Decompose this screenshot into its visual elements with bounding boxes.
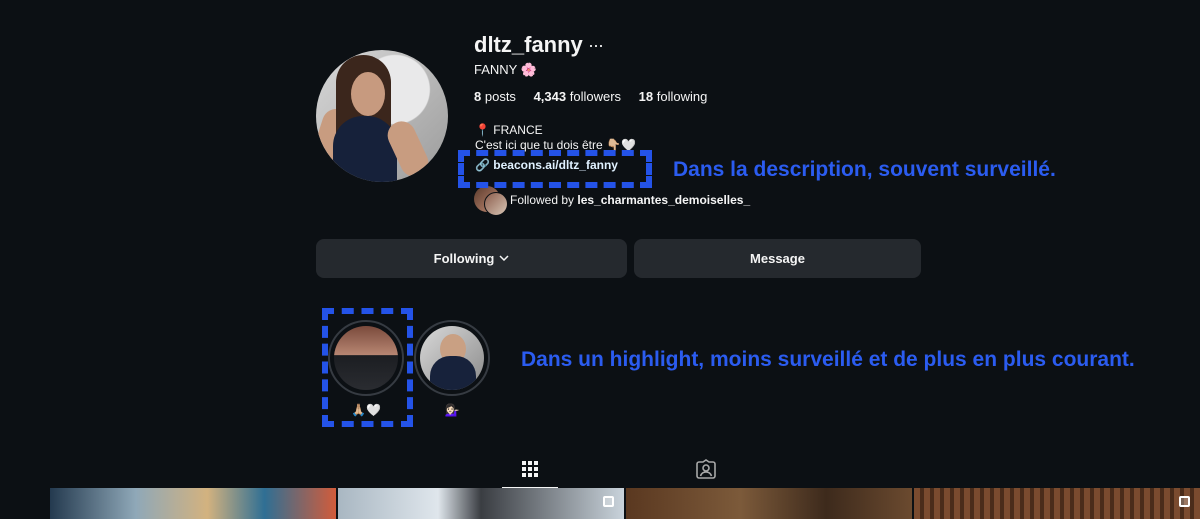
followers-label: followers: [569, 89, 622, 104]
profile-stats: 8 posts 4,343 followers 18 following: [474, 89, 721, 104]
carousel-icon: [1179, 496, 1190, 507]
following-button[interactable]: Following: [316, 239, 627, 278]
followed-by-text: Followed by les_charmantes_demoiselles_: [510, 193, 750, 207]
annotation-highlight: Dans un highlight, moins surveillé et de…: [521, 348, 1135, 371]
tagged-person-icon: [696, 458, 716, 484]
chevron-down-icon: [499, 253, 509, 264]
posts-stat: 8 posts: [474, 89, 516, 104]
posts-grid: [50, 488, 1200, 519]
tab-tagged[interactable]: [678, 455, 734, 487]
annotation-box-highlight: [322, 308, 413, 427]
annotation-description: Dans la description, souvent surveillé.: [673, 158, 1056, 181]
followers-count: 4,343: [533, 89, 567, 104]
highlight-cover: [420, 326, 484, 390]
mutual-avatar: [484, 192, 508, 216]
following-count: 18: [638, 89, 654, 104]
highlight-2[interactable]: [414, 320, 490, 396]
grid-icon: [521, 460, 539, 483]
post-thumbnail[interactable]: [914, 488, 1200, 519]
following-button-label: Following: [433, 251, 495, 266]
posts-count: 8: [474, 89, 482, 104]
followers-stat[interactable]: 4,343 followers: [534, 89, 621, 104]
avatar-photo-part: [333, 116, 397, 182]
followed-by[interactable]: Followed by les_charmantes_demoiselles_: [474, 186, 794, 216]
profile-avatar[interactable]: [316, 50, 448, 182]
tab-posts-grid[interactable]: [502, 455, 558, 488]
highlight-photo-part: [430, 356, 476, 390]
followed-by-user: les_charmantes_demoiselles_: [577, 193, 751, 207]
carousel-icon: [603, 496, 614, 507]
profile-username: dltz_fanny: [474, 32, 583, 57]
following-stat[interactable]: 18 following: [639, 89, 708, 104]
bio-location: 📍 FRANCE: [475, 123, 543, 137]
message-button-label: Message: [750, 251, 805, 266]
post-thumbnail[interactable]: [338, 488, 624, 519]
message-button[interactable]: Message: [634, 239, 921, 278]
post-thumbnail[interactable]: [50, 488, 336, 519]
followed-by-prefix: Followed by: [510, 193, 578, 207]
post-thumbnail[interactable]: [626, 488, 912, 519]
avatar-photo-part: [351, 72, 385, 116]
posts-label: posts: [484, 89, 516, 104]
following-label: following: [656, 89, 708, 104]
annotation-box-link: [458, 150, 652, 188]
profile-display-name: FANNY 🌸: [474, 62, 537, 77]
more-options-icon[interactable]: ···: [588, 35, 604, 56]
highlight-2-label: 💁🏻‍♀️: [444, 403, 460, 417]
